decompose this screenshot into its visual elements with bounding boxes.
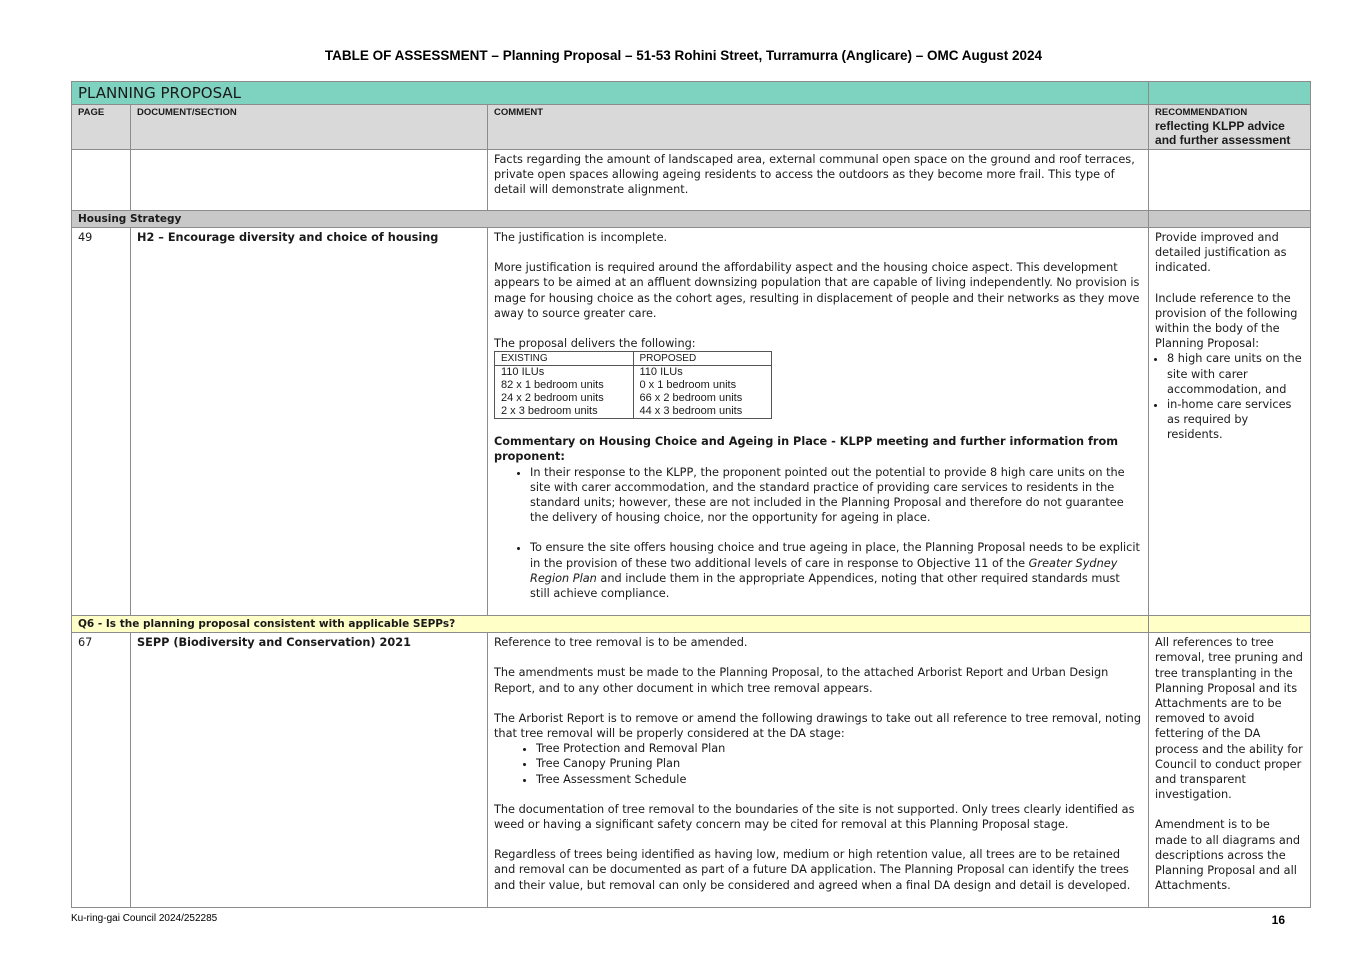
planning-proposal-header-row: PLANNING PROPOSAL	[70, 81, 1312, 105]
drawing-item: Tree Assessment Schedule	[536, 772, 1142, 787]
units-existing: 2 x 3 bedroom units	[494, 405, 634, 420]
units-table-row: 24 x 2 bedroom units 66 x 2 bedroom unit…	[494, 392, 772, 406]
units-existing: 82 x 1 bedroom units	[494, 379, 634, 393]
drawings-list: Tree Protection and Removal Plan Tree Ca…	[494, 741, 1142, 787]
units-table: EXISTING PROPOSED 110 ILUs 110 ILUs 82 x…	[494, 351, 772, 420]
cell-section: SEPP (Biodiversity and Conservation) 202…	[130, 632, 488, 908]
units-table-row: 110 ILUs 110 ILUs	[494, 365, 772, 380]
table-row-housing-strategy: 49 H2 – Encourage diversity and choice o…	[71, 226, 1312, 617]
cell-rec-empty	[1148, 149, 1312, 211]
header-recommendation-sub: reflecting KLPP advice and further asses…	[1155, 119, 1291, 147]
planning-proposal-title: PLANNING PROPOSAL	[70, 81, 1150, 105]
cell-page: 49	[71, 226, 131, 617]
recommendation-list: 8 high care units on the site with carer…	[1155, 351, 1304, 442]
units-proposed: 66 x 2 bedroom units	[632, 392, 772, 406]
commentary-heading: Commentary on Housing Choice and Ageing …	[494, 435, 1119, 464]
cell-section-empty	[130, 149, 488, 211]
cell-comment: The justification is incomplete. More ju…	[486, 226, 1150, 617]
q6-heading: Q6 - Is the planning proposal consistent…	[70, 615, 1150, 634]
planning-proposal-header-blank	[1148, 81, 1312, 105]
recommendation-paragraph: Include reference to the provision of th…	[1155, 291, 1298, 351]
housing-strategy-heading-blank	[1148, 210, 1312, 228]
q6-heading-row: Q6 - Is the planning proposal consistent…	[70, 615, 1312, 634]
cell-section: H2 – Encourage diversity and choice of h…	[130, 226, 488, 617]
units-existing: 24 x 2 bedroom units	[494, 392, 634, 406]
units-proposed: 0 x 1 bedroom units	[632, 379, 772, 393]
recommendation-bullet: in-home care services as required by res…	[1167, 397, 1304, 443]
recommendation-paragraph: Amendment is to be made to all diagrams …	[1155, 818, 1301, 893]
recommendation-paragraph: All references to tree removal, tree pru…	[1155, 636, 1303, 802]
header-recommendation-label: RECOMMENDATION	[1155, 107, 1248, 118]
units-header-existing: EXISTING	[494, 351, 634, 367]
comment-paragraph: The documentation of tree removal to the…	[494, 802, 1135, 832]
units-table-header-row: EXISTING PROPOSED	[494, 351, 772, 367]
units-header-proposed: PROPOSED	[632, 351, 772, 367]
housing-strategy-heading-row: Housing Strategy	[70, 210, 1312, 228]
drawing-item: Tree Canopy Pruning Plan	[536, 756, 1142, 771]
comment-paragraph: More justification is required around th…	[494, 261, 1140, 320]
header-page: PAGE	[71, 104, 131, 150]
footer-reference: Ku-ring-gai Council 2024/252285	[71, 913, 218, 924]
housing-strategy-heading: Housing Strategy	[70, 210, 1150, 228]
page-number: 16	[1271, 913, 1285, 927]
comment-paragraph: The justification is incomplete.	[494, 231, 668, 244]
recommendation-bullet: 8 high care units on the site with carer…	[1167, 351, 1304, 397]
cell-recommendation: All references to tree removal, tree pru…	[1148, 632, 1312, 908]
assessment-table: PLANNING PROPOSAL PAGE DOCUMENT/SECTION …	[70, 81, 1312, 908]
bullet-text: and include them in the appropriate Appe…	[530, 571, 1120, 601]
cell-page: 67	[71, 632, 131, 908]
units-table-row: 2 x 3 bedroom units 44 x 3 bedroom units	[494, 405, 772, 420]
cell-comment-continued: Facts regarding the amount of landscaped…	[486, 149, 1150, 211]
document-title: TABLE OF ASSESSMENT – Planning Proposal …	[324, 48, 1043, 63]
column-header-row: PAGE DOCUMENT/SECTION COMMENT RECOMMENDA…	[71, 104, 1312, 150]
header-document-section: DOCUMENT/SECTION	[130, 104, 488, 150]
cell-page-empty	[71, 149, 131, 211]
q6-heading-blank	[1148, 615, 1312, 634]
units-proposed: 110 ILUs	[632, 365, 772, 380]
commentary-bullet: In their response to the KLPP, the propo…	[530, 465, 1142, 526]
comment-paragraph: Regardless of trees being identified as …	[494, 848, 1131, 892]
commentary-list: In their response to the KLPP, the propo…	[494, 465, 1142, 602]
header-recommendation: RECOMMENDATION reflecting KLPP advice an…	[1148, 104, 1312, 150]
table-row-sepp: 67 SEPP (Biodiversity and Conservation) …	[71, 632, 1312, 908]
table-row-continued: Facts regarding the amount of landscaped…	[71, 149, 1312, 211]
cell-comment: Reference to tree removal is to be amend…	[486, 632, 1150, 908]
comment-paragraph: The Arborist Report is to remove or amen…	[494, 711, 1141, 741]
comment-paragraph: The amendments must be made to the Plann…	[494, 666, 1109, 695]
units-table-row: 82 x 1 bedroom units 0 x 1 bedroom units	[494, 379, 772, 393]
units-proposed: 44 x 3 bedroom units	[632, 405, 772, 420]
recommendation-paragraph: Provide improved and detailed justificat…	[1155, 231, 1287, 275]
cell-recommendation: Provide improved and detailed justificat…	[1148, 226, 1312, 617]
header-comment: COMMENT	[486, 104, 1150, 150]
units-existing: 110 ILUs	[494, 365, 634, 380]
commentary-bullet: To ensure the site offers housing choice…	[530, 540, 1142, 601]
drawing-item: Tree Protection and Removal Plan	[536, 741, 1142, 756]
comment-paragraph: Reference to tree removal is to be amend…	[494, 636, 748, 650]
comment-paragraph: The proposal delivers the following:	[494, 337, 696, 351]
